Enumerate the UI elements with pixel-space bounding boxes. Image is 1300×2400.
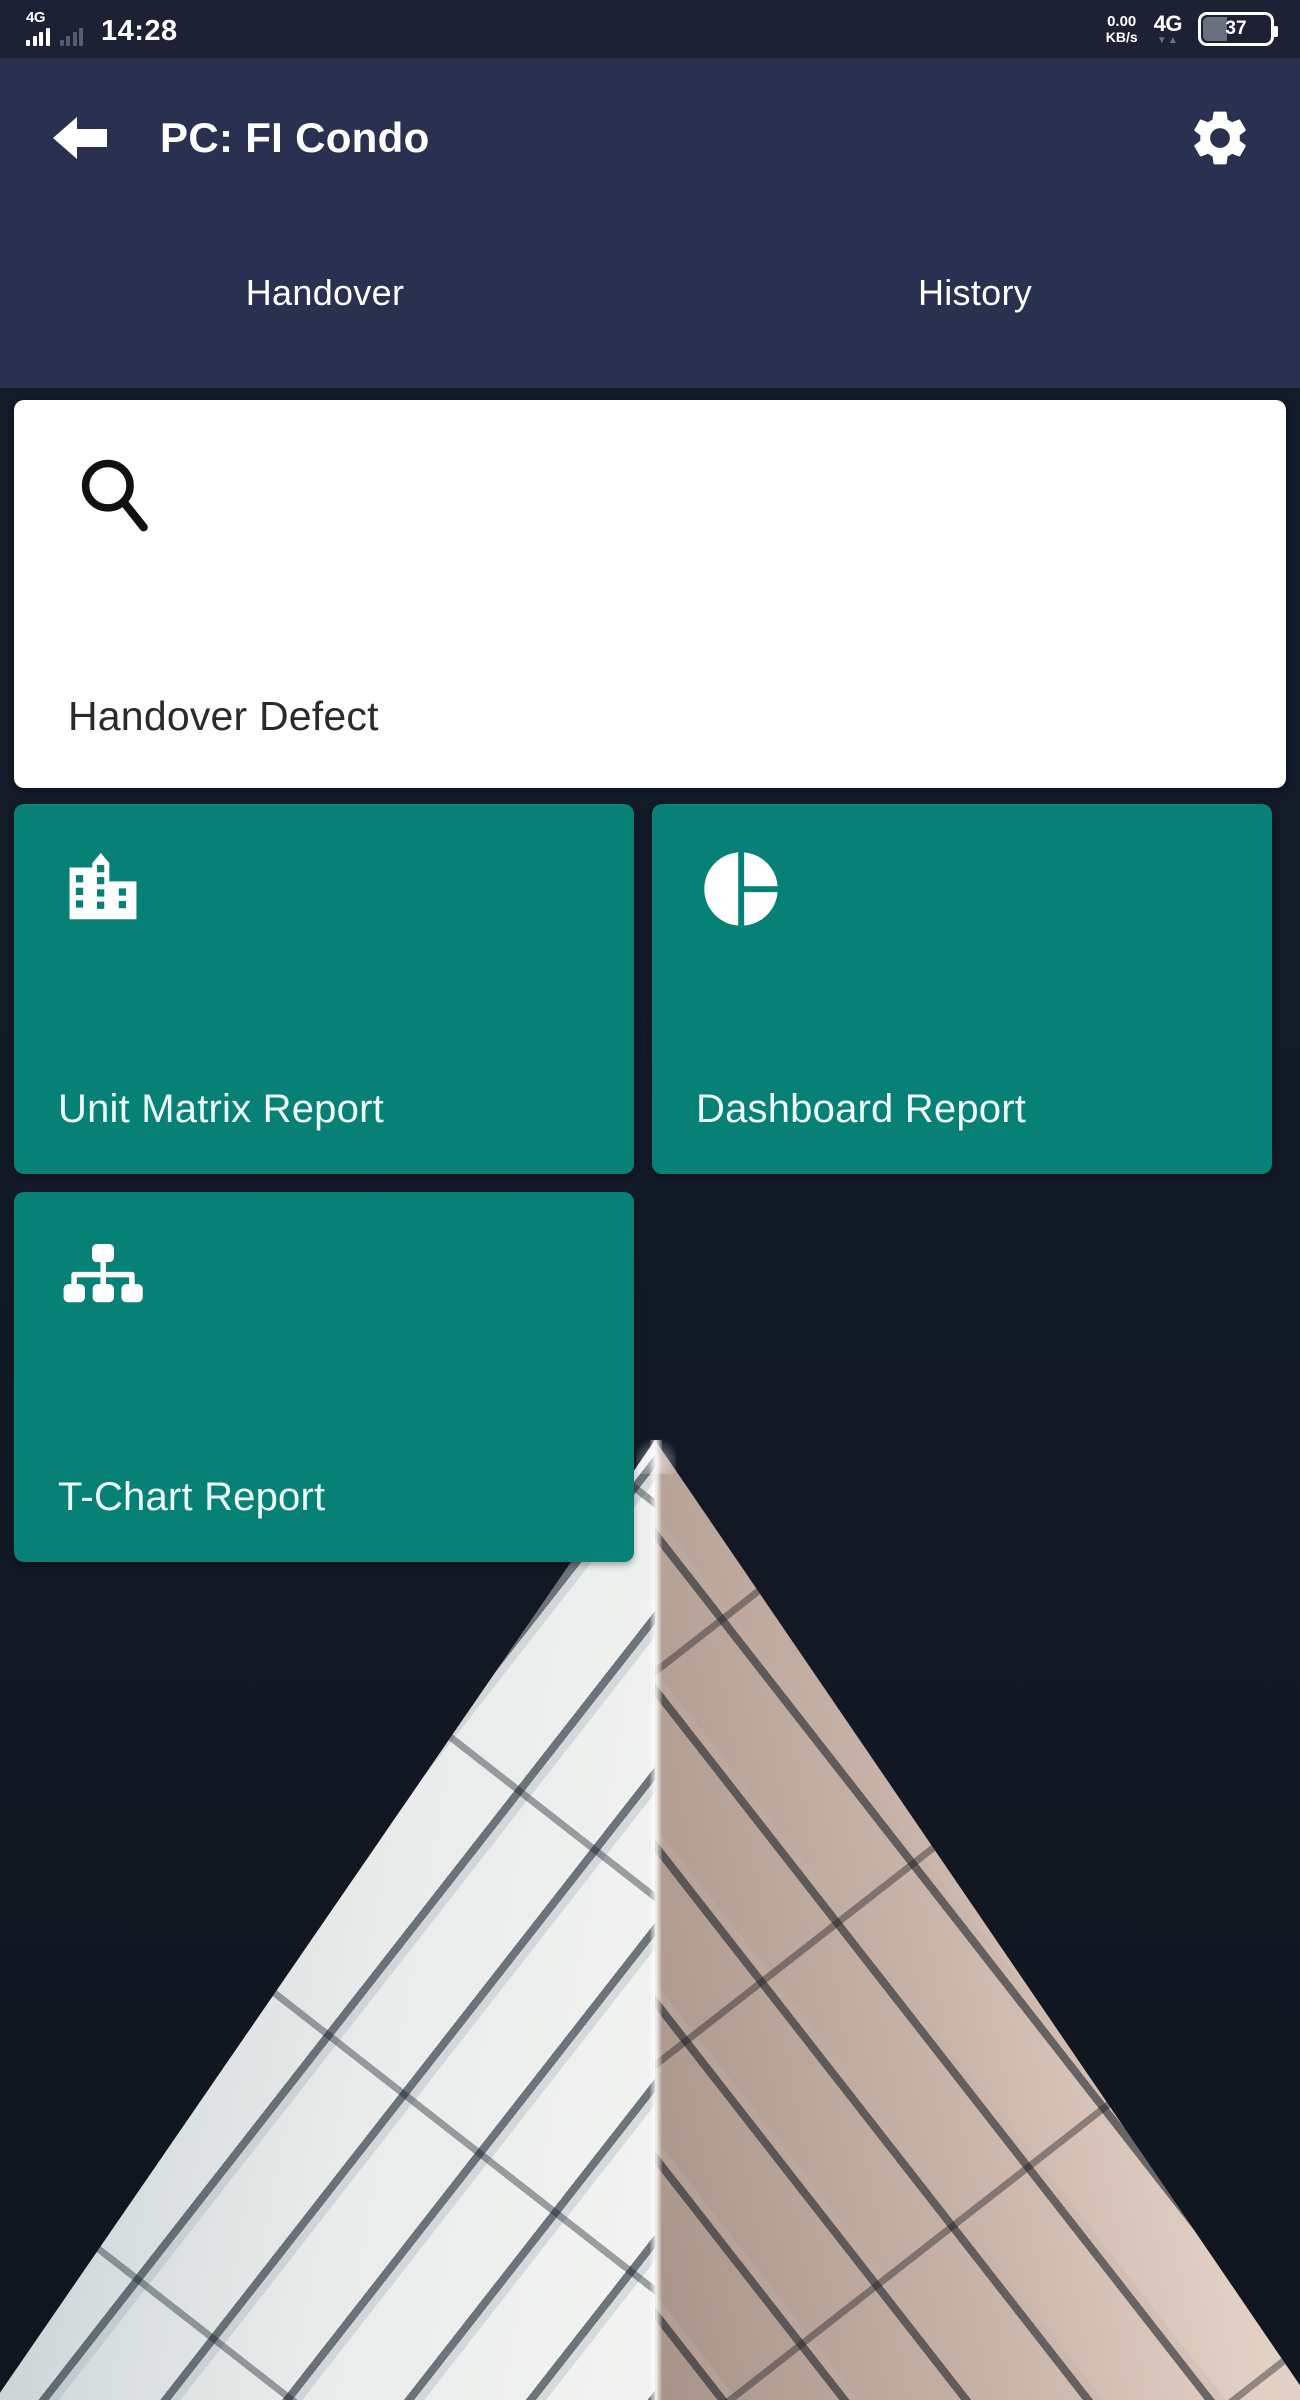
signal-bars-primary xyxy=(26,26,50,46)
content-area: Handover Defect Unit Matrix Report Dashb… xyxy=(0,388,1300,1562)
battery-percent-label: 37 xyxy=(1225,18,1247,39)
data-transfer-arrows-icon: ▼▲ xyxy=(1156,34,1179,46)
network-type-badge: 4G xyxy=(26,9,46,26)
tile-label: T-Chart Report xyxy=(58,1475,326,1519)
carrier-network-label: 4G xyxy=(1153,10,1183,36)
building-icon xyxy=(60,846,146,932)
settings-button[interactable] xyxy=(1180,98,1260,178)
arrow-left-icon xyxy=(47,110,111,166)
tab-bar: Handover History xyxy=(0,218,1300,368)
status-bar-clock: 14:28 xyxy=(101,15,178,47)
network-speed-value: 0.00 xyxy=(1107,13,1137,31)
status-bar-left: 4G 14:28 xyxy=(26,9,178,47)
network-speed-indicator: 0.00 KB/s xyxy=(1106,14,1138,44)
page-title: PC: FI Condo xyxy=(160,114,430,161)
tile-unit-matrix-report[interactable]: Unit Matrix Report xyxy=(14,804,634,1174)
report-tiles-grid: Unit Matrix Report Dashboard Report T-Ch… xyxy=(0,788,1300,1562)
building-apex xyxy=(0,1434,1300,2400)
gear-icon xyxy=(1187,105,1253,171)
tile-t-chart-report[interactable]: T-Chart Report xyxy=(14,1192,634,1562)
app-bar-top-row: PC: FI Condo xyxy=(0,58,1300,218)
tile-dashboard-report[interactable]: Dashboard Report xyxy=(652,804,1272,1174)
tab-history[interactable]: History xyxy=(650,218,1300,368)
search-icon[interactable] xyxy=(72,452,158,538)
status-bar-right: 0.00 KB/s 4G ▼▲ 37 xyxy=(1106,10,1278,46)
org-chart-icon xyxy=(60,1234,146,1320)
tile-label: Dashboard Report xyxy=(696,1087,1027,1131)
building-face-right xyxy=(655,1440,1300,2400)
signal-bars-secondary xyxy=(59,26,83,46)
search-card-label: Handover Defect xyxy=(68,693,379,739)
battery-icon: 37 xyxy=(1198,12,1278,46)
building-ridge xyxy=(650,1440,662,2400)
status-bar: 4G 14:28 0.00 KB/s 4G ▼▲ 37 xyxy=(0,0,1300,58)
battery-level-fill xyxy=(1203,17,1227,41)
search-card[interactable]: Handover Defect xyxy=(14,400,1286,788)
app-root: 4G 14:28 0.00 KB/s 4G ▼▲ 37 PC: FI Condo… xyxy=(0,0,1300,2400)
tile-label: Unit Matrix Report xyxy=(58,1087,384,1131)
building-face-left xyxy=(0,1440,655,2400)
app-bar: PC: FI Condo Handover History xyxy=(0,58,1300,388)
pie-chart-icon xyxy=(698,846,784,932)
tab-history-label: History xyxy=(917,272,1033,313)
tab-handover-label: Handover xyxy=(245,272,405,313)
carrier-network-indicator: 4G ▼▲ xyxy=(1153,10,1183,46)
signal-strength-icon: 4G xyxy=(26,9,50,46)
back-button[interactable] xyxy=(40,99,118,177)
tab-handover[interactable]: Handover xyxy=(0,218,650,368)
network-speed-unit: KB/s xyxy=(1105,28,1138,45)
